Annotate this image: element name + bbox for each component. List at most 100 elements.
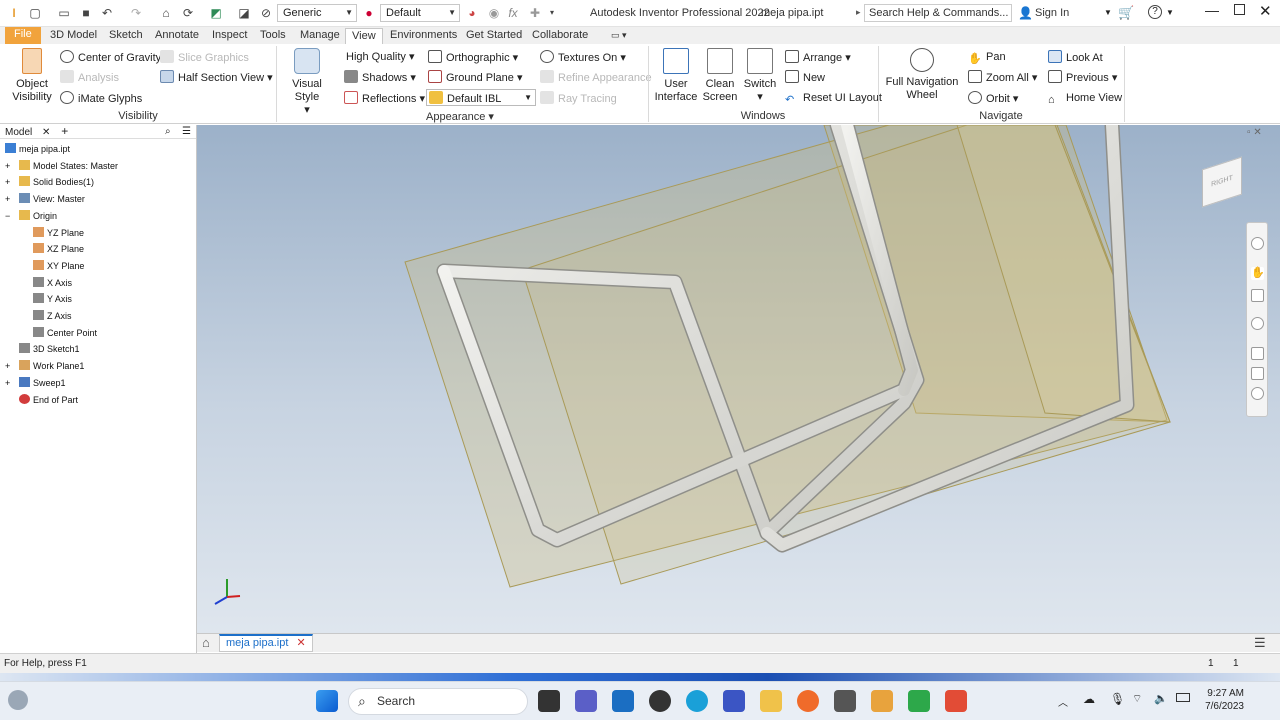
chevron-up-icon[interactable]: ︿ — [1058, 694, 1068, 709]
tab-get-started[interactable]: Get Started — [460, 28, 528, 44]
chevron-right-icon[interactable]: ▸ — [856, 7, 861, 18]
clock[interactable]: 9:27 AM 7/6/2023 — [1200, 687, 1244, 713]
refine-appearance-button[interactable]: Refine Appearance — [540, 70, 652, 85]
menu-icon[interactable]: ☰ — [1254, 635, 1266, 651]
tree-item[interactable]: Z Axis — [33, 310, 72, 322]
undo-icon[interactable]: ↶ — [99, 5, 115, 21]
file-explorer-icon[interactable] — [760, 690, 782, 712]
open-folder-icon[interactable]: ▭ — [56, 5, 72, 21]
ray-tracing-button[interactable]: Ray Tracing — [540, 91, 617, 106]
home-view-button[interactable]: ⌂ Home View — [1048, 91, 1122, 106]
zoom-icon[interactable] — [1251, 289, 1264, 302]
close-icon[interactable]: ✕ — [296, 637, 305, 649]
zoom-all-button[interactable]: Zoom All ▾ — [968, 70, 1037, 85]
orthographic-button[interactable]: Orthographic ▾ — [428, 50, 518, 65]
add-icon[interactable]: ✚ — [527, 5, 543, 21]
clean-screen-button[interactable]: Clean Screen — [700, 48, 740, 104]
appearance-group-label[interactable]: Appearance ▾ — [420, 110, 500, 123]
pan-icon[interactable]: ✋ — [1251, 267, 1265, 280]
tab-environments[interactable]: Environments — [384, 28, 463, 44]
help-icon[interactable]: ? — [1148, 5, 1162, 19]
user-interface-button[interactable]: User Interface — [654, 48, 698, 104]
close-icon[interactable]: ✕ — [1259, 2, 1272, 20]
tree-expander[interactable]: + — [5, 377, 10, 389]
tree-item[interactable]: Y Axis — [33, 293, 72, 305]
zoom-window-icon[interactable] — [1251, 367, 1264, 380]
camera-icon[interactable] — [834, 690, 856, 712]
unity-icon[interactable] — [649, 690, 671, 712]
analysis-button[interactable]: Analysis — [60, 70, 119, 85]
tab-tools[interactable]: Tools — [254, 28, 292, 44]
edge-icon[interactable] — [686, 690, 708, 712]
tree-expander[interactable]: − — [5, 210, 10, 222]
customize-icon[interactable]: ▾ — [544, 5, 560, 21]
look-at-icon[interactable] — [1251, 347, 1264, 360]
fx-icon[interactable]: fx — [505, 5, 521, 21]
tree-item[interactable]: Work Plane1 — [19, 360, 84, 372]
clear-icon[interactable]: ⊘ — [258, 5, 274, 21]
minimize-icon[interactable]: — — [1205, 2, 1219, 18]
tree-item[interactable]: Solid Bodies(1) — [19, 176, 94, 188]
arrange-button[interactable]: Arrange ▾ — [785, 50, 851, 65]
tree-item[interactable]: meja pipa.ipt — [5, 143, 70, 155]
menu-icon[interactable]: ☰ — [182, 125, 191, 138]
tree-expander[interactable]: + — [5, 176, 10, 188]
textures-on-button[interactable]: Textures On ▾ — [540, 50, 626, 65]
object-visibility-button[interactable]: Object Visibility — [6, 48, 58, 104]
orbit-icon[interactable] — [1251, 317, 1264, 330]
maximize-icon[interactable] — [1234, 4, 1245, 15]
tree-item[interactable]: Origin — [19, 209, 57, 222]
center-of-gravity-button[interactable]: Center of Gravity — [60, 50, 161, 65]
tree-item[interactable]: End of Part — [19, 393, 78, 406]
tree-expander[interactable]: + — [5, 193, 10, 205]
reset-ui-layout-button[interactable]: ↶ Reset UI Layout — [785, 91, 882, 106]
update-icon[interactable]: ⟳ — [180, 5, 196, 21]
previous-view-button[interactable]: Previous ▾ — [1048, 70, 1117, 85]
switch-button[interactable]: Switch ▾ — [740, 48, 780, 104]
inventor-logo-icon[interactable]: I — [6, 5, 22, 21]
tab-collaborate[interactable]: Collaborate — [526, 28, 594, 44]
color-icon[interactable]: ◪ — [236, 5, 252, 21]
chat-icon[interactable] — [575, 690, 597, 712]
close-icon[interactable]: ✕ — [42, 127, 50, 138]
document-tab[interactable]: meja pipa.ipt ✕ — [219, 634, 313, 652]
adjust-icon[interactable]: ◕ — [464, 5, 480, 21]
tree-expander[interactable]: + — [5, 360, 10, 372]
speaker-icon[interactable]: 🔈 — [1154, 692, 1168, 705]
home-icon[interactable]: ⌂ — [202, 635, 210, 650]
ground-plane-button[interactable]: Ground Plane ▾ — [428, 70, 522, 85]
new-file-icon[interactable]: ▢ — [27, 5, 43, 21]
tab-inspect[interactable]: Inspect — [206, 28, 253, 44]
browser-tab-model[interactable]: Model — [5, 127, 32, 138]
tree-item[interactable]: 3D Sketch1 — [19, 343, 80, 355]
tree-expander[interactable]: + — [5, 160, 10, 172]
taskbar-search[interactable]: ⌕ Search — [348, 688, 528, 715]
tree-item[interactable]: Center Point — [33, 326, 97, 339]
ribbon-options-icon[interactable]: ▭ ▾ — [605, 28, 633, 44]
network-icon[interactable]: ☁ — [1083, 692, 1095, 706]
graphics-viewport[interactable]: RIGHT ▫ ✕ — [197, 125, 1280, 633]
weather-icon[interactable] — [8, 690, 28, 710]
app-icon[interactable] — [723, 690, 745, 712]
chevron-down-icon[interactable]: ▼ — [1104, 8, 1112, 17]
recorder-icon[interactable] — [945, 690, 967, 712]
full-navigation-wheel-button[interactable]: Full Navigation Wheel — [884, 48, 960, 102]
tree-item[interactable]: Sweep1 — [19, 376, 66, 389]
tree-item[interactable]: View: Master — [19, 193, 85, 205]
appearance-sphere-icon[interactable]: ● — [361, 5, 377, 21]
cart-icon[interactable]: 🛒 — [1118, 5, 1134, 21]
store-icon[interactable] — [612, 690, 634, 712]
select-icon[interactable]: ◩ — [208, 5, 224, 21]
steering-wheel-icon[interactable] — [1251, 237, 1264, 250]
reflections-button[interactable]: Reflections ▾ — [344, 91, 425, 106]
tab-3d-model[interactable]: 3D Model — [44, 28, 103, 44]
add-tab-icon[interactable]: + — [61, 124, 68, 138]
tree-item[interactable]: X Axis — [33, 276, 72, 289]
windows-start-icon[interactable] — [316, 690, 338, 712]
sign-in-button[interactable]: Sign In — [1035, 7, 1069, 19]
tree-item[interactable]: XZ Plane — [33, 243, 84, 255]
pan-button[interactable]: ✋ Pan — [968, 50, 1006, 65]
help-dropdown-icon[interactable]: ▼ — [1166, 8, 1174, 17]
firefox-icon[interactable] — [797, 690, 819, 712]
appearance-combo[interactable]: Default ▼ — [380, 4, 460, 22]
